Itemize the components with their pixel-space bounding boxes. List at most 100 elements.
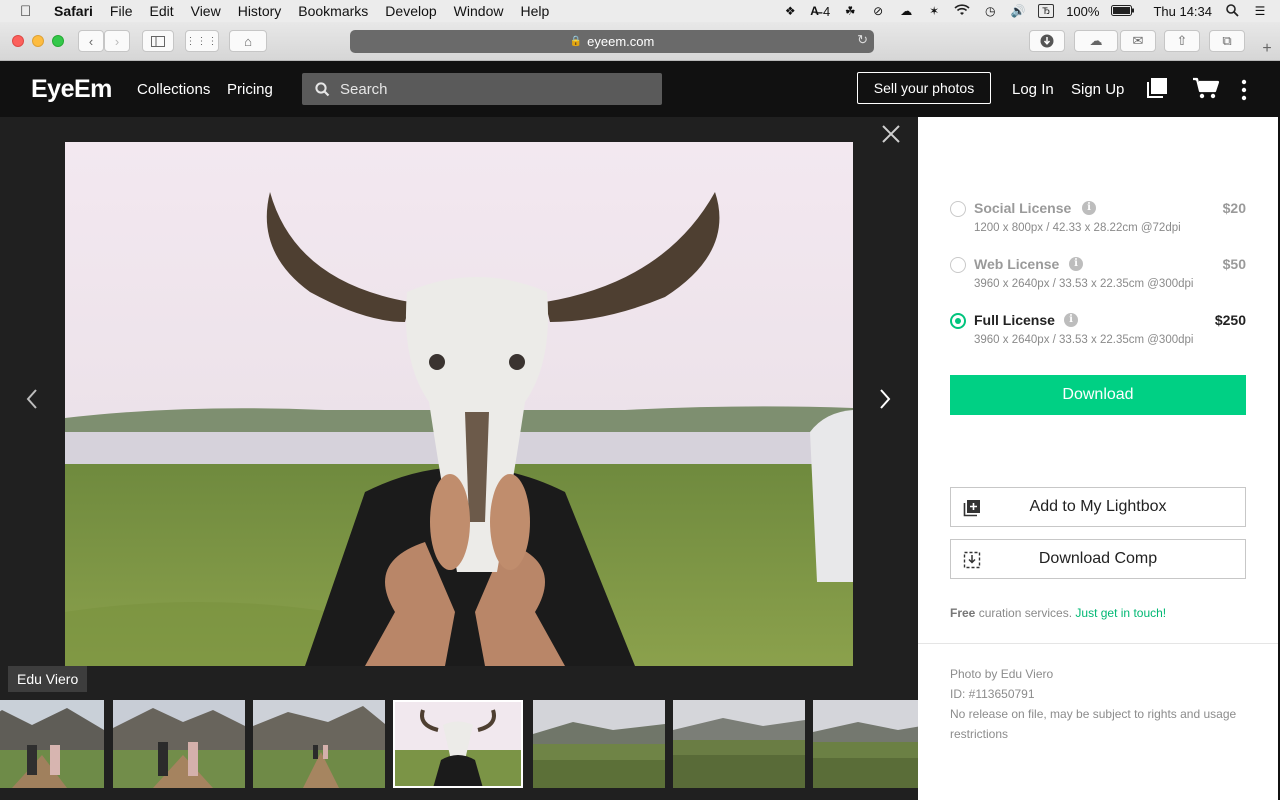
do-not-disturb-icon[interactable]: ⊘ bbox=[870, 4, 886, 18]
lightbox-label: Add to My Lightbox bbox=[1029, 498, 1167, 515]
cart-icon[interactable] bbox=[1192, 76, 1220, 105]
menu-edit[interactable]: Edit bbox=[149, 3, 173, 19]
license-price: $20 bbox=[1222, 200, 1246, 216]
license-name: Social License bbox=[974, 200, 1072, 216]
license-name: Web License bbox=[974, 256, 1060, 272]
thumbnail[interactable] bbox=[533, 700, 665, 788]
eyeem-logo[interactable]: EyeEm bbox=[31, 75, 112, 104]
panel-divider bbox=[918, 643, 1278, 644]
license-panel: Social License i $20 1200 x 800px / 42.3… bbox=[918, 117, 1278, 800]
login-link[interactable]: Log In bbox=[1012, 81, 1054, 98]
curation-note: Free curation services. Just get in touc… bbox=[950, 606, 1166, 620]
address-bar[interactable]: 🔒 eyeem.com ↻ bbox=[350, 30, 874, 53]
wifi-icon[interactable] bbox=[954, 4, 970, 18]
thumbnail[interactable] bbox=[253, 700, 385, 788]
creative-cloud-icon[interactable]: ☁ bbox=[898, 4, 914, 18]
bluetooth-icon[interactable]: ✶ bbox=[926, 4, 942, 18]
lock-icon: 🔒 bbox=[569, 36, 583, 47]
download-comp-button[interactable]: Download Comp bbox=[950, 539, 1246, 579]
icloud-tabs-icon[interactable]: ☁ bbox=[1074, 30, 1118, 52]
curation-free: Free bbox=[950, 606, 976, 620]
photo-id: ID: #113650791 bbox=[950, 687, 1035, 701]
mail-icon[interactable]: ✉ bbox=[1120, 30, 1156, 52]
lightbox-icon[interactable] bbox=[1145, 76, 1169, 105]
search-icon bbox=[315, 81, 330, 96]
safari-toolbar: ‹ › ⋮⋮⋮ ⌂ 🔒 eyeem.com ↻ ☁ ✉ ⇧ ⧉ + bbox=[0, 22, 1280, 61]
photographer-tag[interactable]: Edu Viero bbox=[8, 666, 88, 692]
license-radio[interactable] bbox=[950, 257, 966, 273]
previous-photo-icon[interactable] bbox=[25, 388, 39, 415]
menu-bookmarks[interactable]: Bookmarks bbox=[298, 3, 368, 19]
photo-credit: Photo by Edu Viero bbox=[950, 667, 1054, 681]
license-radio-selected[interactable] bbox=[950, 313, 966, 329]
menu-file[interactable]: File bbox=[110, 3, 133, 19]
back-button[interactable]: ‹ bbox=[78, 30, 104, 52]
battery-icon[interactable] bbox=[1111, 4, 1135, 19]
tabs-overview-icon[interactable]: ⧉ bbox=[1209, 30, 1245, 52]
info-icon[interactable]: i bbox=[1069, 257, 1083, 271]
license-price: $250 bbox=[1214, 312, 1246, 328]
keyboard-input-icon[interactable]: Ђ bbox=[1038, 4, 1055, 18]
license-dimensions: 3960 x 2640px / 33.53 x 22.35cm @300dpi bbox=[974, 334, 1194, 346]
time-machine-icon[interactable]: ◷ bbox=[982, 4, 998, 18]
url-text: eyeem.com bbox=[587, 34, 655, 49]
menu-view[interactable]: View bbox=[191, 3, 221, 19]
battery-percent: 100% bbox=[1066, 3, 1100, 19]
menu-app-name[interactable]: Safari bbox=[54, 3, 93, 19]
close-window-button[interactable] bbox=[12, 35, 24, 47]
search-input[interactable]: Search bbox=[302, 73, 662, 105]
macos-menubar:  Safari File Edit View History Bookmark… bbox=[0, 0, 1280, 22]
menu-develop[interactable]: Develop bbox=[385, 3, 436, 19]
menu-history[interactable]: History bbox=[238, 3, 282, 19]
menu-help[interactable]: Help bbox=[520, 3, 549, 19]
downloads-icon[interactable] bbox=[1029, 30, 1065, 52]
info-icon[interactable]: i bbox=[1064, 313, 1078, 327]
license-radio[interactable] bbox=[950, 201, 966, 217]
reload-icon[interactable]: ↻ bbox=[857, 32, 868, 48]
more-menu-icon[interactable] bbox=[1240, 79, 1248, 106]
license-dimensions: 1200 x 800px / 42.33 x 28.22cm @72dpi bbox=[974, 222, 1181, 234]
nav-pricing[interactable]: Pricing bbox=[227, 81, 273, 98]
thumbnail[interactable] bbox=[113, 700, 245, 788]
sidebar-toggle-icon[interactable] bbox=[142, 30, 174, 52]
info-icon[interactable]: i bbox=[1082, 201, 1096, 215]
spotlight-icon[interactable] bbox=[1224, 4, 1240, 18]
dropbox-icon[interactable]: ❖ bbox=[782, 4, 798, 18]
signup-link[interactable]: Sign Up bbox=[1071, 81, 1124, 98]
menu-window[interactable]: Window bbox=[454, 3, 504, 19]
site-header: EyeEm Collections Pricing Search Sell yo… bbox=[0, 61, 1280, 117]
download-button[interactable]: Download bbox=[950, 375, 1246, 415]
apple-menu-icon[interactable]:  bbox=[20, 3, 38, 20]
home-icon[interactable]: ⌂ bbox=[229, 30, 267, 52]
contact-link[interactable]: Just get in touch! bbox=[1075, 606, 1166, 620]
volume-icon[interactable]: 🔊 bbox=[1010, 4, 1026, 18]
thumbnail[interactable] bbox=[673, 700, 805, 788]
clock[interactable]: Thu 14:34 bbox=[1153, 4, 1212, 19]
download-comp-icon bbox=[963, 551, 981, 574]
new-tab-icon[interactable]: + bbox=[1256, 38, 1278, 60]
notification-center-icon[interactable]: ☰ bbox=[1252, 4, 1268, 18]
curation-text: curation services. bbox=[975, 606, 1076, 620]
release-note: No release on file, may be subject to ri… bbox=[950, 707, 1237, 741]
thumbnail-active[interactable] bbox=[393, 700, 523, 788]
download-comp-label: Download Comp bbox=[1038, 550, 1158, 567]
evernote-icon[interactable]: ☘ bbox=[842, 4, 858, 18]
zoom-window-button[interactable] bbox=[52, 35, 64, 47]
adobe-badge: 4 bbox=[822, 3, 831, 19]
minimize-window-button[interactable] bbox=[32, 35, 44, 47]
top-sites-grid-icon[interactable]: ⋮⋮⋮ bbox=[185, 30, 219, 52]
lightbox-add-icon bbox=[963, 499, 981, 522]
thumbnail[interactable] bbox=[0, 700, 104, 788]
search-placeholder: Search bbox=[340, 80, 388, 98]
adobe-icon[interactable]: A̶ bbox=[810, 4, 819, 18]
nav-collections[interactable]: Collections bbox=[137, 81, 210, 98]
main-photo bbox=[65, 142, 853, 666]
sell-photos-button[interactable]: Sell your photos bbox=[857, 72, 991, 104]
share-icon[interactable]: ⇧ bbox=[1164, 30, 1200, 52]
menubar-status-area: ❖ A̶ 4 ☘ ⊘ ☁ ✶ ◷ 🔊 Ђ 100% Thu 14:34 ☰ bbox=[782, 0, 1268, 22]
add-to-lightbox-button[interactable]: Add to My Lightbox bbox=[950, 487, 1246, 527]
forward-button[interactable]: › bbox=[104, 30, 130, 52]
next-photo-icon[interactable] bbox=[878, 388, 892, 415]
thumbnail[interactable] bbox=[813, 700, 918, 788]
close-viewer-icon[interactable] bbox=[880, 123, 902, 150]
